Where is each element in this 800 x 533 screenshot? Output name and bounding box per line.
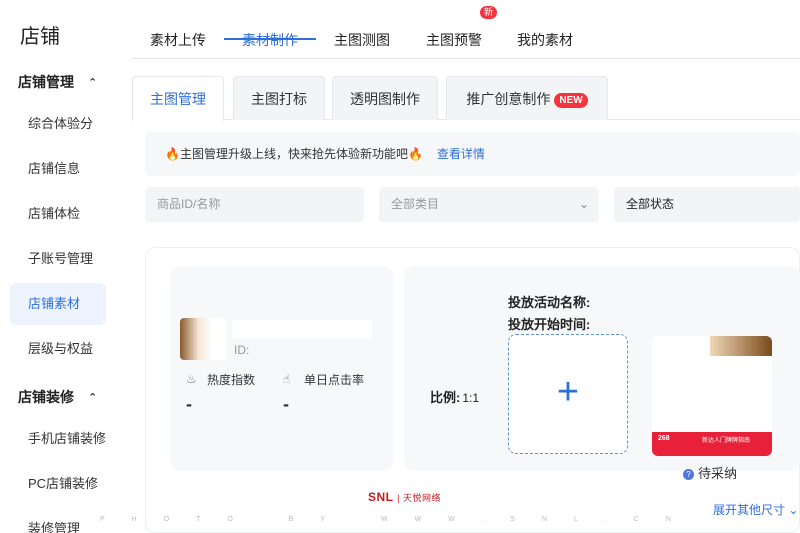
activity-name-label: 投放活动名称: <box>508 295 591 310</box>
notice-bar: 🔥主图管理升级上线，快来抢先体验新功能吧🔥 查看详情 <box>145 132 800 176</box>
search-input[interactable]: 商品ID/名称 <box>145 187 364 222</box>
fire-icon: 🔥 <box>165 147 180 161</box>
sidebar-item-decoration-management[interactable]: 装修管理 <box>10 508 106 533</box>
sidebar-item-label: 店铺体检 <box>28 206 81 221</box>
status-select[interactable]: 全部状态 <box>614 187 800 222</box>
sidebar-item-label: 综合体验分 <box>28 116 94 131</box>
notice-text: 主图管理升级上线，快来抢先体验新功能吧 <box>179 147 408 161</box>
status-pending: ? 待采纳 <box>683 463 737 482</box>
status-value: 全部状态 <box>626 197 675 211</box>
fire-icon: 🔥 <box>407 147 423 161</box>
product-thumbnail[interactable] <box>180 318 226 360</box>
daily-ctr-label: 单日点击率 <box>304 373 365 387</box>
activity-start-label: 投放开始时间: <box>508 317 591 332</box>
status-text: 待采纳 <box>698 466 738 481</box>
sidebar: 店铺 店铺管理 ⌃ 综合体验分 店铺信息 店铺体检 子账号管理 店铺素材 层级与… <box>0 0 120 533</box>
sidebar-item-pc-decoration[interactable]: PC店铺装修 <box>10 463 106 505</box>
tab-material-production[interactable]: 素材制作 <box>242 30 298 50</box>
tab-material-upload[interactable]: 素材上传 <box>150 30 206 50</box>
view-details-link[interactable]: 查看详情 <box>437 147 485 161</box>
plus-icon: + <box>556 371 580 413</box>
heat-index-value: - <box>186 394 192 414</box>
subtab-label: 主图管理 <box>150 91 206 107</box>
sidebar-item-label: 子账号管理 <box>28 251 94 266</box>
subtab-label: 主图打标 <box>251 91 307 107</box>
question-icon[interactable]: ? <box>683 469 694 480</box>
preview-band-text: 新达人门牌牌指南 <box>702 438 751 444</box>
daily-ctr-value: - <box>283 394 289 414</box>
watermark-logo: SNL | 天悦网络 <box>368 490 441 504</box>
expand-label: 展开其他尺寸 <box>713 503 786 517</box>
sidebar-item-label: PC店铺装修 <box>28 476 99 491</box>
product-card <box>170 266 393 471</box>
subtab-label: 推广创意制作 <box>466 91 551 107</box>
sidebar-item-store-assets[interactable]: 店铺素材 <box>10 283 106 325</box>
chevron-up-icon: ⌃ <box>88 391 98 404</box>
heat-index-label: 热度指数 <box>207 373 256 387</box>
new-pill: NEW <box>554 92 588 108</box>
sidebar-item-levels[interactable]: 层级与权益 <box>10 328 106 370</box>
active-tab-underline <box>224 38 316 40</box>
search-placeholder: 商品ID/名称 <box>157 197 221 211</box>
subtab-main-image-management[interactable]: 主图管理 <box>132 76 224 121</box>
fire-outline-icon: ♨ <box>186 372 197 386</box>
sidebar-section-label: 店铺管理 <box>18 74 74 90</box>
ratio-label-text: 比例: <box>430 390 461 405</box>
product-name-placeholder <box>232 320 372 338</box>
product-id: ID: <box>234 343 250 357</box>
sidebar-section-label: 店铺装修 <box>18 389 74 405</box>
watermark-logo-text: SNL <box>368 490 394 504</box>
sidebar-item-label: 手机店铺装修 <box>28 431 107 446</box>
creative-preview[interactable]: 268 新达人门牌牌指南 <box>652 336 772 456</box>
subtab-transparent-image[interactable]: 透明图制作 <box>332 76 438 120</box>
watermark-text: PHOTO BY WWW.SNL.CN <box>100 516 698 523</box>
watermark-logo-sub: | 天悦网络 <box>397 493 441 503</box>
tab-my-materials[interactable]: 我的素材 <box>517 30 573 50</box>
sub-tabs: 主图管理 主图打标 透明图制作 推广创意制作 NEW <box>132 76 800 121</box>
ratio-value: 1:1 <box>462 391 480 405</box>
sidebar-item-mobile-decoration[interactable]: 手机店铺装修 <box>10 418 106 460</box>
sidebar-item-store-check[interactable]: 店铺体检 <box>10 193 106 235</box>
sidebar-item-label: 店铺素材 <box>28 296 81 311</box>
sidebar-item-label: 层级与权益 <box>28 341 94 356</box>
sidebar-item-store-info[interactable]: 店铺信息 <box>10 148 106 190</box>
sidebar-title: 店铺 <box>20 26 60 48</box>
chevron-up-icon: ⌃ <box>88 76 98 89</box>
new-badge: 新 <box>480 6 498 19</box>
chevron-down-icon: ⌄ <box>788 503 799 517</box>
sidebar-item-score[interactable]: 综合体验分 <box>10 103 106 145</box>
sidebar-item-label: 店铺信息 <box>28 161 81 176</box>
ratio-label: 比例: 1:1 <box>430 387 479 406</box>
click-pointer-icon: ☝ <box>283 372 291 386</box>
category-value: 全部类目 <box>391 197 440 211</box>
sidebar-item-subaccounts[interactable]: 子账号管理 <box>10 238 106 280</box>
subtab-promo-creative[interactable]: 推广创意制作 NEW <box>446 76 608 120</box>
upload-button[interactable]: + <box>508 334 628 454</box>
subtab-label: 透明图制作 <box>350 91 420 107</box>
tab-main-image-test[interactable]: 主图测图 <box>334 30 390 50</box>
sidebar-item-label: 装修管理 <box>28 521 81 533</box>
preview-band-price: 268 <box>658 435 670 442</box>
tab-main-image-warning[interactable]: 主图预警 <box>426 30 482 50</box>
category-select[interactable]: 全部类目 ⌄ <box>379 187 599 222</box>
chevron-down-icon: ⌄ <box>578 197 589 211</box>
preview-product-strip <box>710 336 772 356</box>
sidebar-section-store-decoration[interactable]: 店铺装修 ⌃ <box>18 387 97 407</box>
expand-other-sizes-link[interactable]: 展开其他尺寸 ⌄ <box>713 501 798 518</box>
sidebar-section-store-management[interactable]: 店铺管理 ⌃ <box>18 72 97 92</box>
subtab-main-image-tagging[interactable]: 主图打标 <box>233 76 325 120</box>
